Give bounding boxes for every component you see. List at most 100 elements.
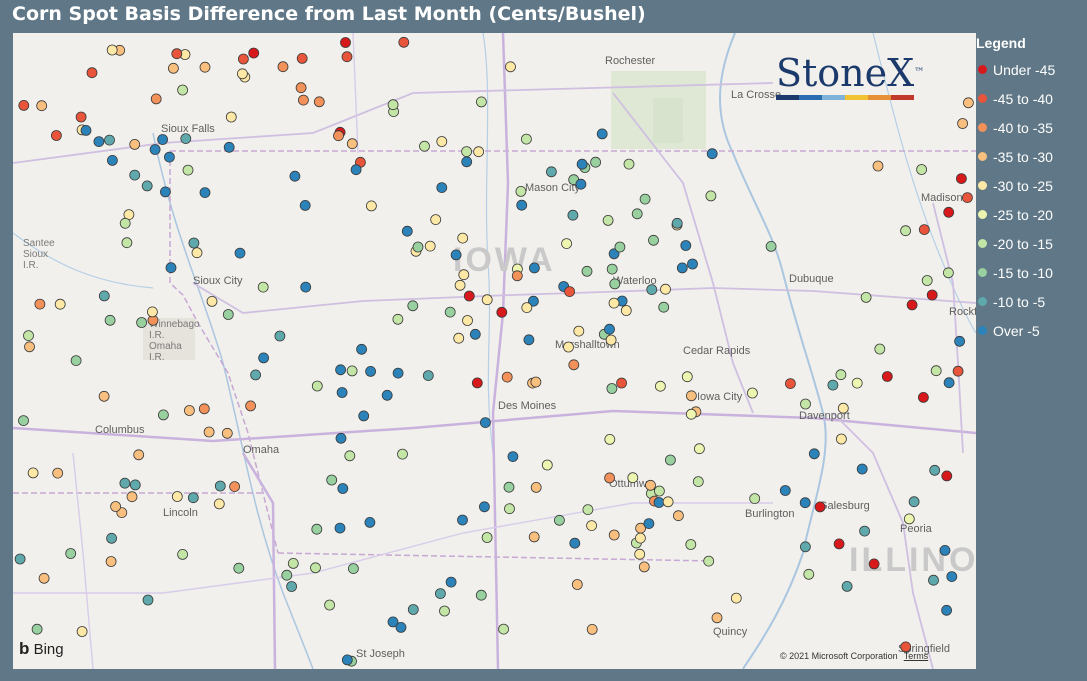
elevator-point[interactable] (18, 100, 30, 111)
elevator-point[interactable] (119, 477, 131, 489)
elevator-point[interactable] (129, 139, 141, 150)
elevator-point[interactable] (70, 355, 82, 367)
elevator-point[interactable] (346, 365, 358, 377)
elevator-point[interactable] (295, 82, 307, 94)
elevator-point[interactable] (182, 164, 194, 176)
elevator-point[interactable] (52, 467, 64, 479)
elevator-point[interactable] (287, 558, 299, 569)
elevator-point[interactable] (571, 579, 583, 590)
elevator-point[interactable] (461, 146, 473, 157)
elevator-point[interactable] (681, 371, 693, 383)
elevator-point[interactable] (946, 571, 958, 582)
elevator-point[interactable] (662, 496, 674, 508)
elevator-point[interactable] (918, 224, 930, 236)
elevator-point[interactable] (957, 118, 968, 129)
elevator-point[interactable] (586, 520, 597, 532)
elevator-point[interactable] (596, 128, 608, 140)
elevator-point[interactable] (827, 379, 839, 391)
elevator-point[interactable] (604, 323, 615, 335)
elevator-point[interactable] (606, 263, 618, 275)
elevator-point[interactable] (747, 387, 758, 399)
elevator-point[interactable] (299, 199, 311, 211)
elevator-point[interactable] (604, 433, 616, 445)
elevator-point[interactable] (457, 514, 468, 526)
elevator-point[interactable] (356, 343, 368, 355)
elevator-point[interactable] (943, 206, 955, 218)
elevator-point[interactable] (233, 562, 245, 574)
elevator-point[interactable] (159, 186, 171, 198)
elevator-point[interactable] (730, 592, 742, 604)
elevator-point[interactable] (481, 532, 493, 543)
elevator-point[interactable] (590, 156, 601, 168)
elevator-point[interactable] (568, 359, 580, 371)
legend-item[interactable]: -30 to -25 (976, 171, 1087, 200)
elevator-point[interactable] (454, 279, 466, 291)
elevator-point[interactable] (521, 133, 532, 145)
elevator-point[interactable] (554, 514, 565, 526)
elevator-point[interactable] (605, 334, 617, 346)
elevator-point[interactable] (392, 313, 404, 325)
elevator-point[interactable] (676, 262, 688, 274)
elevator-point[interactable] (567, 209, 579, 221)
elevator-point[interactable] (165, 262, 177, 274)
elevator-point[interactable] (903, 513, 915, 525)
elevator-point[interactable] (324, 599, 336, 611)
elevator-point[interactable] (142, 594, 154, 606)
elevator-point[interactable] (479, 417, 491, 429)
elevator-point[interactable] (104, 134, 115, 146)
elevator-point[interactable] (504, 503, 515, 515)
elevator-point[interactable] (407, 604, 419, 615)
elevator-point[interactable] (673, 510, 684, 522)
elevator-point[interactable] (281, 569, 293, 581)
elevator-point[interactable] (962, 192, 973, 204)
elevator-point[interactable] (157, 134, 169, 145)
elevator-point[interactable] (639, 193, 651, 205)
elevator-point[interactable] (602, 214, 614, 226)
elevator-point[interactable] (214, 480, 226, 492)
elevator-point[interactable] (634, 548, 646, 560)
elevator-point[interactable] (916, 164, 927, 175)
elevator-point[interactable] (563, 341, 574, 353)
elevator-point[interactable] (835, 369, 847, 381)
elevator-point[interactable] (941, 470, 953, 482)
elevator-point[interactable] (188, 237, 200, 249)
elevator-point[interactable] (104, 314, 116, 326)
elevator-point[interactable] (286, 581, 298, 592)
elevator-point[interactable] (157, 409, 169, 421)
elevator-point[interactable] (419, 140, 430, 152)
elevator-point[interactable] (412, 241, 424, 253)
elevator-point[interactable] (943, 377, 955, 389)
elevator-point[interactable] (333, 130, 344, 142)
elevator-point[interactable] (918, 391, 929, 403)
elevator-point[interactable] (177, 549, 189, 560)
elevator-point[interactable] (703, 555, 715, 567)
elevator-point[interactable] (257, 281, 269, 293)
elevator-point[interactable] (206, 295, 218, 307)
elevator-point[interactable] (546, 166, 557, 178)
elevator-point[interactable] (450, 249, 462, 261)
elevator-point[interactable] (851, 377, 863, 389)
elevator-point[interactable] (387, 99, 399, 111)
elevator-point[interactable] (515, 185, 527, 197)
elevator-point[interactable] (141, 180, 153, 192)
elevator-point[interactable] (623, 158, 635, 170)
elevator-point[interactable] (686, 390, 697, 402)
elevator-point[interactable] (930, 365, 942, 377)
elevator-point[interactable] (872, 160, 884, 172)
elevator-point[interactable] (530, 376, 542, 388)
elevator-point[interactable] (311, 380, 323, 392)
elevator-point[interactable] (133, 449, 145, 461)
elevator-point[interactable] (582, 504, 594, 516)
elevator-point[interactable] (608, 297, 620, 309)
elevator-point[interactable] (381, 389, 393, 401)
elevator-point[interactable] (313, 96, 325, 108)
elevator-point[interactable] (398, 36, 410, 48)
legend-item[interactable]: -40 to -35 (976, 113, 1087, 142)
elevator-point[interactable] (300, 281, 312, 293)
map-view[interactable]: Rochester La Crosse Madison Mason City S… (13, 33, 976, 669)
elevator-point[interactable] (38, 572, 50, 584)
elevator-point[interactable] (121, 237, 133, 249)
elevator-point[interactable] (171, 48, 183, 60)
elevator-point[interactable] (341, 51, 353, 63)
elevator-point[interactable] (106, 532, 117, 544)
